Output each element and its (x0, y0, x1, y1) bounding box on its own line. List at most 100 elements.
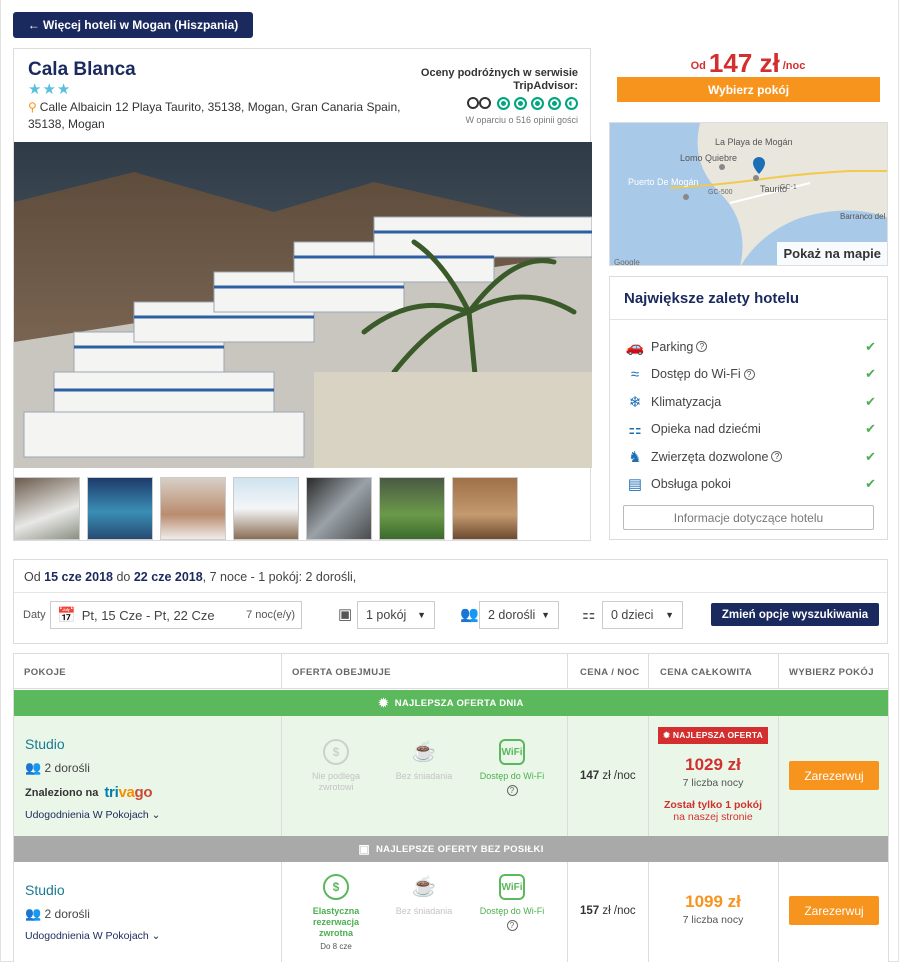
price-night-unit: zł /noc (602, 905, 636, 917)
children-select[interactable]: 0 dzieci ▼ (602, 601, 683, 629)
check-icon: ✔ (865, 393, 876, 409)
nights-count: 7 liczba nocy (682, 914, 744, 926)
room-amenities-link[interactable]: Udogodnienia W Pokojach ⌄ (25, 809, 160, 821)
location-map[interactable]: La Playa de Mogán Lomo Quiebre Puerto De… (609, 122, 888, 266)
bed-icon: ▣ (338, 606, 353, 623)
room-occupancy: 👥 2 dorośli (25, 906, 160, 922)
hotel-photo-illustration (14, 142, 592, 468)
offer-label: Elastyczna rezerwacja zwrotna (312, 906, 360, 938)
room-name-link[interactable]: Studio (25, 736, 160, 752)
adults-select[interactable]: 2 dorośli ▼ (479, 601, 559, 629)
price-amount: 147 zł (708, 48, 780, 78)
rooms-table: POKOJE OFERTA OBEJMUJE CENA / NOC CENA C… (13, 653, 889, 962)
room-name-link[interactable]: Studio (25, 882, 160, 898)
header-price-night: CENA / NOC (580, 667, 640, 678)
map-label: Google (614, 258, 640, 266)
badge-icon: ✹ (378, 696, 389, 710)
divider (778, 653, 779, 689)
divider (281, 716, 282, 836)
feature-item: ❄ Klimatyzacja ✔ (624, 388, 876, 416)
amenities-label: Udogodnienia W Pokojach (25, 809, 149, 821)
tripadvisor-bubbles (418, 96, 578, 110)
rooms-select[interactable]: 1 pokój ▼ (357, 601, 435, 629)
total-amount: 1099 zł (685, 892, 741, 911)
help-icon[interactable]: ? (506, 920, 518, 931)
rating-bubble-icon (514, 96, 527, 110)
feature-item: ⚏ Opieka nad dziećmi ✔ (624, 416, 876, 444)
price-per-night: 157 zł /noc (580, 905, 636, 917)
money-icon: $ (323, 874, 349, 900)
feature-item: 🚗 Parking? ✔ (624, 333, 876, 361)
map-label: GC-500 (708, 189, 733, 196)
best-offer-tag: ✹ NAJLEPSZA OFERTA (658, 727, 768, 744)
band-label: NAJLEPSZA OFERTA DNIA (394, 697, 524, 709)
tripadvisor-rating[interactable]: Oceny podróżnych w serwisie TripAdvisor:… (418, 67, 578, 125)
thumbnail-photo[interactable] (87, 477, 153, 540)
help-icon[interactable]: ? (696, 341, 708, 353)
thumbnail-photo[interactable] (14, 477, 80, 540)
header-total: CENA CAŁKOWITA (660, 667, 753, 678)
coffee-cup-icon: ☕ (411, 875, 437, 898)
total-price: ✹ NAJLEPSZA OFERTA 1029 zł 7 liczba nocy… (648, 727, 778, 823)
thumbnail-photo[interactable] (306, 477, 372, 540)
wifi-icon: WiFi (499, 874, 525, 900)
thumbnail-photo[interactable] (452, 477, 518, 540)
rooms-value: 1 pokój (366, 608, 407, 622)
map-label: Puerto De Mogán (628, 177, 699, 187)
total-price: 1099 zł 7 liczba nocy (648, 892, 778, 926)
search-summary: Od 15 cze 2018 do 22 cze 2018, 7 noce - … (24, 570, 356, 584)
summary-rest: , 7 noce - 1 pokój: 2 dorośli, (202, 570, 357, 584)
bed-icon: ▣ (358, 842, 370, 856)
rating-bubble-icon (548, 96, 561, 110)
rating-half-bubble-icon (565, 96, 578, 110)
check-icon: ✔ (865, 366, 876, 382)
book-button[interactable]: Zarezerwuj (789, 896, 879, 925)
band-label: NAJLEPSZE OFERTY BEZ POSIŁKI (376, 843, 544, 855)
summary-to: do (116, 570, 131, 584)
divider (778, 862, 779, 962)
badge-icon: ✹ (663, 730, 671, 740)
book-button[interactable]: Zarezerwuj (789, 761, 879, 790)
room-service-icon: ▤ (627, 476, 643, 494)
room-amenities-link[interactable]: Udogodnienia W Pokojach ⌄ (25, 930, 160, 942)
hotel-name: Cala Blanca (28, 59, 136, 80)
best-offer-band: ✹ NAJLEPSZA OFERTA DNIA (14, 690, 888, 716)
total-amount: 1029 zł (685, 755, 741, 774)
table-row: Studio 👥 2 dorośli Znaleziono na trivago… (14, 716, 888, 836)
occupancy-text: 2 dorośli (44, 907, 90, 921)
adults-icon: 👥 (25, 760, 42, 775)
price-night-value: 147 (580, 770, 600, 782)
room-info: Studio 👥 2 dorośli Udogodnienia W Pokoja… (25, 882, 160, 942)
help-icon[interactable]: ? (771, 451, 783, 463)
date-range-value: Pt, 15 Cze - Pt, 22 Cze (81, 607, 215, 623)
occupancy-text: 2 dorośli (44, 761, 90, 775)
feature-item: ▤ Obsługa pokoi ✔ (624, 471, 876, 499)
price-suffix: /noc (782, 60, 806, 72)
thumbnail-photo[interactable] (160, 477, 226, 540)
dog-icon: ♞ (628, 448, 642, 466)
divider (778, 716, 779, 836)
offer-non-refundable: $ Nie podlega zwrotowi (301, 739, 371, 793)
hotel-info-button[interactable]: Informacje dotyczące hotelu (623, 505, 874, 530)
thumbnail-photo[interactable] (379, 477, 445, 540)
feature-label: Klimatyzacja (651, 394, 722, 409)
help-icon[interactable]: ? (743, 368, 755, 380)
feature-label: Opieka nad dziećmi (651, 422, 761, 437)
help-icon[interactable]: ? (506, 785, 518, 796)
back-to-hotels-button[interactable]: ← Więcej hoteli w Mogan (Hiszpania) (13, 12, 253, 38)
show-on-map-link[interactable]: Pokaż na mapie (777, 242, 887, 265)
found-on: Znaleziono na trivago (25, 784, 160, 801)
snowflake-icon: ❄ (628, 393, 642, 411)
table-row: Studio 👥 2 dorośli Udogodnienia W Pokoja… (14, 862, 888, 962)
search-options-card: Od 15 cze 2018 do 22 cze 2018, 7 noce - … (13, 559, 888, 644)
rating-bubble-icon (531, 96, 544, 110)
feature-label: Zwierzęta dozwolone (651, 449, 769, 464)
offer-label: Dostęp do Wi-Fi (479, 771, 545, 781)
change-search-button[interactable]: Zmień opcje wyszukiwania (711, 603, 879, 626)
thumbnail-photo[interactable] (233, 477, 299, 540)
choose-room-button[interactable]: Wybierz pokój (617, 77, 880, 102)
date-range-picker[interactable]: 📅 Pt, 15 Cze - Pt, 22 Cze 7 noc(e/y) (50, 601, 302, 629)
location-pin-icon: ⚲ (28, 100, 37, 114)
hotel-main-photo[interactable] (14, 142, 592, 468)
car-icon: 🚗 (625, 338, 645, 356)
